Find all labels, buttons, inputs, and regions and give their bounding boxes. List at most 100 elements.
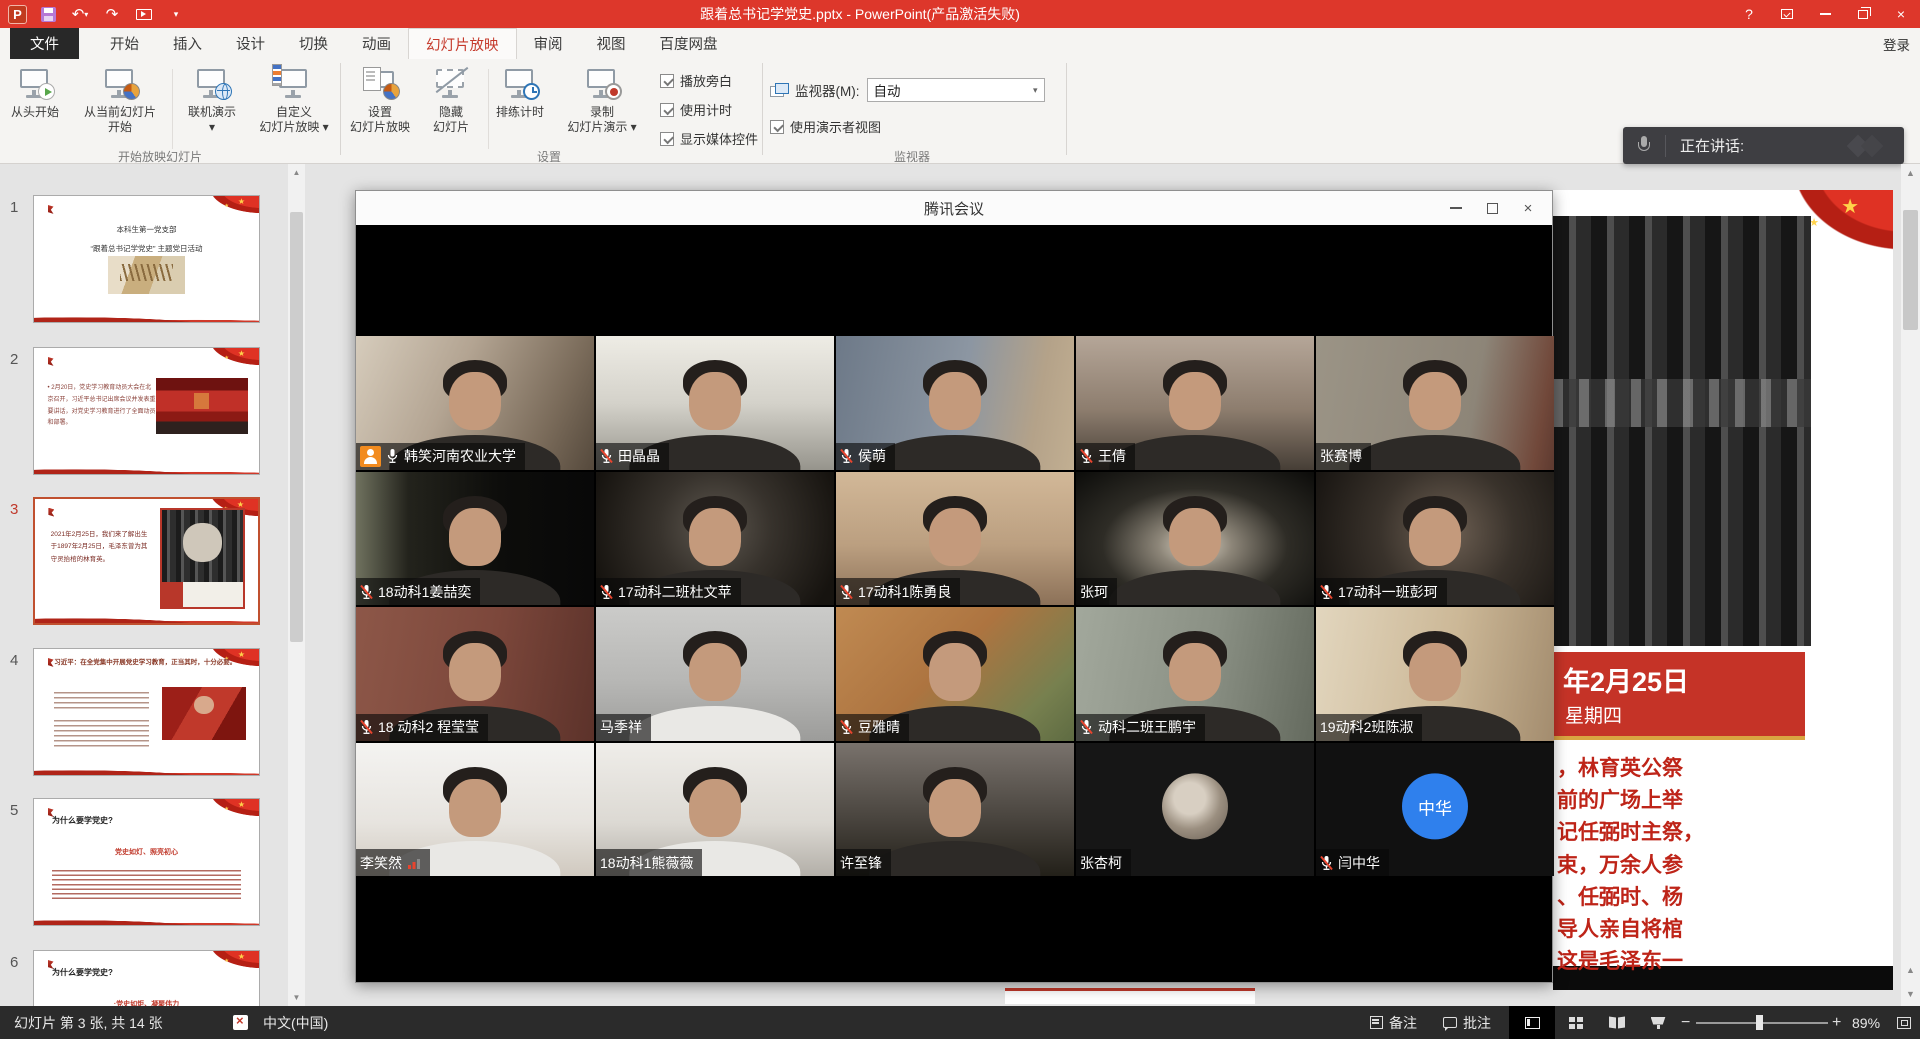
participant-tile-17动科一班彭珂[interactable]: 17动科一班彭珂 xyxy=(1316,472,1554,606)
participant-name: 豆雅晴 xyxy=(858,717,900,737)
ribbon-button-自定义[interactable]: 自定义幻灯片放映 ▾ xyxy=(250,61,338,147)
person-body xyxy=(869,435,1040,470)
scroll-up-icon[interactable]: ▲ xyxy=(288,164,305,181)
checkbox-显示媒体控件[interactable]: 显示媒体控件 xyxy=(660,129,758,148)
ribbon-button-隐藏[interactable]: 隐藏幻灯片 xyxy=(419,61,483,147)
language-button[interactable]: 中文(中国) xyxy=(263,1006,328,1039)
ribbon-button-联机演示[interactable]: 联机演示▾ xyxy=(176,61,248,147)
participant-tile-李笑然[interactable]: 李笑然 xyxy=(356,743,594,877)
participant-tile-王倩[interactable]: 王倩 xyxy=(1076,336,1314,470)
participant-tile-动科二班王鹏宇[interactable]: 动科二班王鹏宇 xyxy=(1076,607,1314,741)
custom-show-icon xyxy=(276,66,312,102)
participant-tile-张赛博[interactable]: 张赛博 xyxy=(1316,336,1554,470)
start-slideshow-button[interactable] xyxy=(133,3,155,25)
ribbon-button-排练计时[interactable]: 排练计时 xyxy=(492,61,548,147)
ribbon-button-设置[interactable]: 设置幻灯片放映 xyxy=(343,61,417,147)
tab-4[interactable]: 切换 xyxy=(282,28,345,59)
bamboo-scroll-image xyxy=(108,256,185,294)
slide-thumbnail-2[interactable]: • 2月20日，党史学习教育动员大会在北京召开，习近平总书记出席会议并发表重要讲… xyxy=(33,347,260,475)
participant-tile-张珂[interactable]: 张珂 xyxy=(1076,472,1314,606)
save-button[interactable] xyxy=(37,3,59,25)
sidebar-scrollbar[interactable]: ▲ ▼ xyxy=(288,164,305,1006)
slide-thumbnail-1[interactable]: 本科生第一党支部“跟着总书记学党史” 主题党日活动 xyxy=(33,195,260,323)
notes-button[interactable]: 备注 xyxy=(1370,1006,1417,1039)
checkbox-播放旁白[interactable]: 播放旁白 xyxy=(660,71,732,90)
close-button[interactable]: × xyxy=(1510,191,1546,225)
participant-tile-张杏柯[interactable]: 张杏柯 xyxy=(1076,743,1314,877)
minimize-button[interactable] xyxy=(1806,0,1844,28)
reading-view-button[interactable] xyxy=(1597,1006,1637,1039)
restore-button[interactable] xyxy=(1844,0,1882,28)
participant-tile-豆雅晴[interactable]: 豆雅晴 xyxy=(836,607,1074,741)
close-button[interactable]: × xyxy=(1882,0,1920,28)
main-scrollbar[interactable]: ▲ ▲ ▼ xyxy=(1901,164,1920,1006)
tab-file[interactable]: 文件 xyxy=(10,28,79,59)
slideshow-view-button[interactable] xyxy=(1639,1006,1677,1039)
tab-8[interactable]: 视图 xyxy=(580,28,643,59)
tab-2[interactable]: 插入 xyxy=(156,28,219,59)
participant-tile-许至锋[interactable]: 许至锋 xyxy=(836,743,1074,877)
red-wave-graphic xyxy=(34,301,259,322)
slide-thumbnail-3[interactable]: 2021年2月25日，我们来了解出生于1897年2月25日，毛泽东曾为其守灵抬棺… xyxy=(33,497,260,625)
tab-6[interactable]: 幻灯片放映 xyxy=(408,28,517,59)
participant-tile-马季祥[interactable]: 马季祥 xyxy=(596,607,834,741)
zoom-slider[interactable] xyxy=(1696,1022,1828,1024)
participant-tile-田晶晶[interactable]: 田晶晶 xyxy=(596,336,834,470)
participant-tile-17动科二班杜文苹[interactable]: 17动科二班杜文苹 xyxy=(596,472,834,606)
slide-thumbnail-4[interactable]: 习近平：在全党集中开展党史学习教育，正当其时，十分必要。 xyxy=(33,648,260,776)
fit-to-window-button[interactable] xyxy=(1890,1006,1918,1039)
scrollbar-thumb[interactable] xyxy=(1903,210,1918,330)
tab-7[interactable]: 审阅 xyxy=(517,28,580,59)
participant-tile-18 动科2 程莹莹[interactable]: 18 动科2 程莹莹 xyxy=(356,607,594,741)
ribbon-display-options-button[interactable] xyxy=(1768,0,1806,28)
slideshow-icon xyxy=(136,9,152,20)
redo-button[interactable]: ↷ xyxy=(101,3,123,25)
zoom-in-button[interactable]: + xyxy=(1832,1006,1841,1039)
speaking-indicator-bar[interactable]: 正在讲话: xyxy=(1623,127,1904,164)
powerpoint-logo-icon[interactable]: P xyxy=(8,5,27,24)
help-button[interactable]: ? xyxy=(1730,0,1768,28)
participant-tile-18动科1熊薇薇[interactable]: 18动科1熊薇薇 xyxy=(596,743,834,877)
tab-3[interactable]: 设计 xyxy=(219,28,282,59)
checkbox-使用计时[interactable]: 使用计时 xyxy=(660,100,732,119)
scroll-down-icon[interactable]: ▼ xyxy=(288,989,305,1006)
checkbox-使用演示者视图[interactable]: 使用演示者视图 xyxy=(770,117,881,136)
participant-tile-18动科1姜喆奕[interactable]: 18动科1姜喆奕 xyxy=(356,472,594,606)
normal-view-button[interactable] xyxy=(1509,1006,1555,1039)
participant-name: 闫中华 xyxy=(1338,853,1380,873)
zoom-out-button[interactable]: − xyxy=(1681,1006,1690,1039)
participant-tile-闫中华[interactable]: 中华闫中华 xyxy=(1316,743,1554,877)
mic-muted-icon xyxy=(840,448,853,464)
person-face xyxy=(1409,508,1461,566)
scrollbar-thumb[interactable] xyxy=(290,212,303,642)
tab-9[interactable]: 百度网盘 xyxy=(643,28,735,59)
monitor-select[interactable]: 自动 ▾ xyxy=(867,78,1045,102)
slide-thumbnail-5[interactable]: 为什么要学党史?党史如灯、照亮初心 xyxy=(33,798,260,926)
sign-in-link[interactable]: 登录 xyxy=(1883,28,1910,59)
monitor-row: 监视器(M): 自动 ▾ xyxy=(770,78,1045,102)
slide-sorter-view-button[interactable] xyxy=(1557,1006,1595,1039)
slide-thumbnail-6[interactable]: 为什么要学党史?·党史如炬、凝聚伟力 xyxy=(33,950,260,1006)
maximize-button[interactable] xyxy=(1474,191,1510,225)
previous-slide-icon[interactable]: ▲ xyxy=(1901,961,1920,980)
participant-tile-侯萌[interactable]: 侯萌 xyxy=(836,336,1074,470)
ribbon-button-从头开始[interactable]: 从头开始 xyxy=(2,61,68,147)
participant-tile-韩笑河南农业大学[interactable]: 韩笑河南农业大学 xyxy=(356,336,594,470)
participant-tile-19动科2班陈淑[interactable]: 19动科2班陈淑 xyxy=(1316,607,1554,741)
meeting-titlebar[interactable]: 腾讯会议 × xyxy=(356,191,1552,225)
proofing-button[interactable] xyxy=(233,1006,248,1039)
tab-1[interactable]: 开始 xyxy=(93,28,156,59)
zoom-percent[interactable]: 89% xyxy=(1852,1006,1880,1039)
undo-button[interactable]: ↶▾ xyxy=(69,3,91,25)
next-slide-icon[interactable]: ▼ xyxy=(1901,985,1920,1004)
customize-qat-button[interactable]: ▾ xyxy=(165,3,187,25)
scroll-up-icon[interactable]: ▲ xyxy=(1901,164,1920,183)
comments-button[interactable]: 批注 xyxy=(1443,1006,1491,1039)
zoom-slider-thumb[interactable] xyxy=(1756,1015,1763,1030)
ribbon-button-录制[interactable]: 录制幻灯片演示 ▾ xyxy=(552,61,652,147)
participant-tile-17动科1陈勇良[interactable]: 17动科1陈勇良 xyxy=(836,472,1074,606)
ribbon-button-label: 幻灯片演示 ▾ xyxy=(552,120,652,135)
tab-5[interactable]: 动画 xyxy=(345,28,408,59)
minimize-button[interactable] xyxy=(1438,191,1474,225)
ribbon-button-从当前幻灯片[interactable]: 从当前幻灯片开始 xyxy=(70,61,170,147)
